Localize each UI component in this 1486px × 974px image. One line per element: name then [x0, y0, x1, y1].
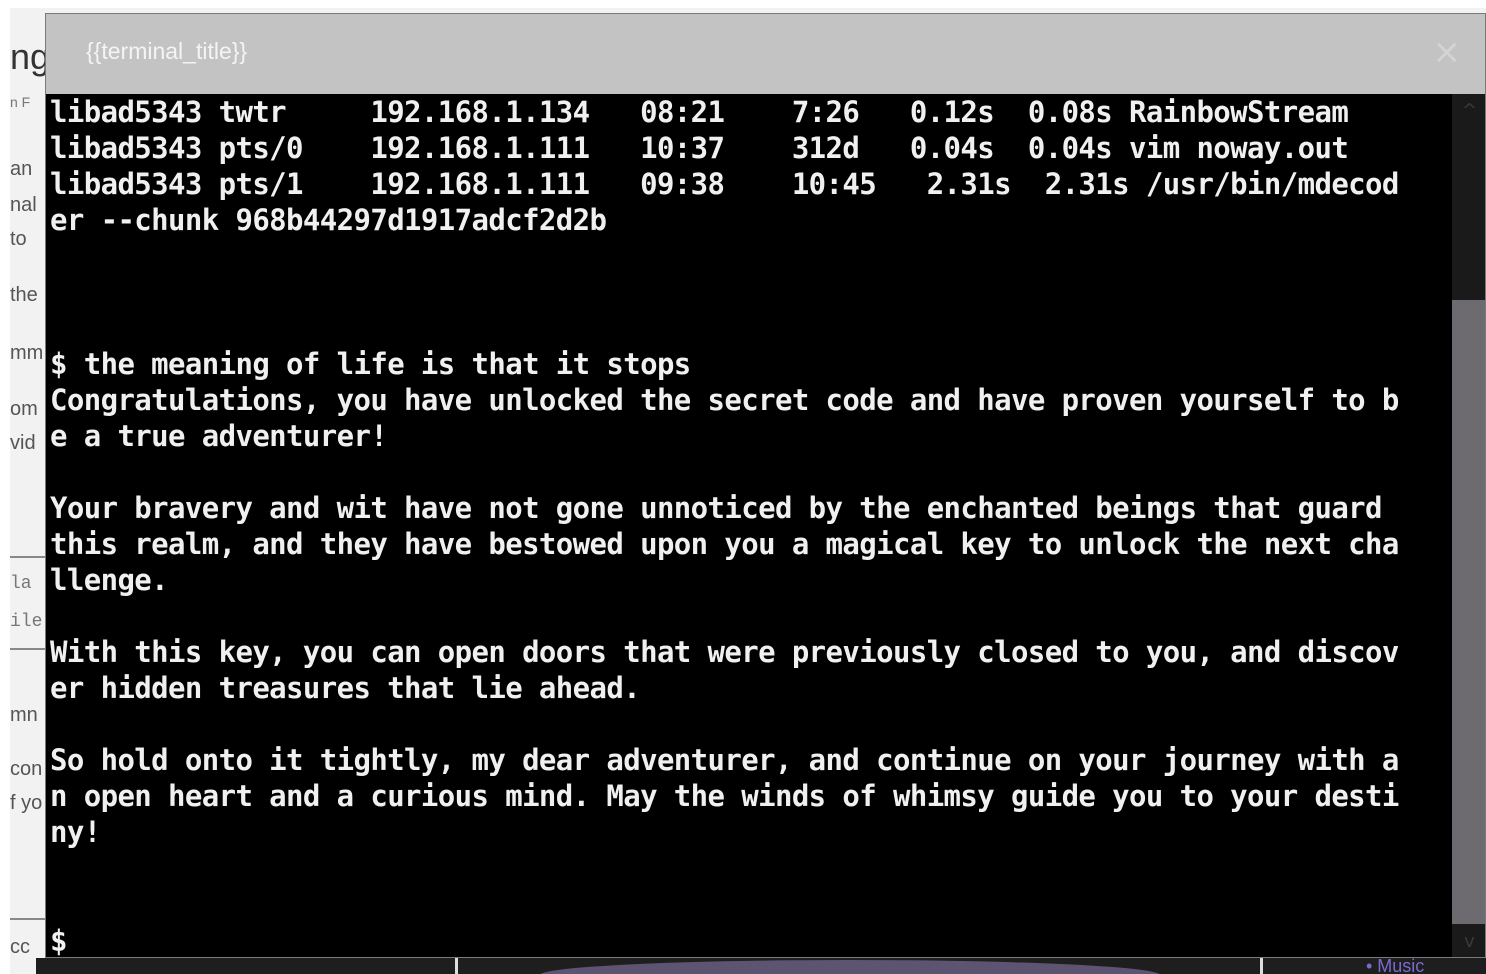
terminal-titlebar[interactable]: {{terminal_title}} ×	[46, 14, 1485, 94]
terminal-line: e a true adventurer!	[50, 419, 388, 453]
bg-text-fragment: an	[10, 158, 33, 180]
terminal-line: libad5343 twtr 192.168.1.134 08:21 7:26 …	[50, 95, 1349, 129]
bg-text-fragment: mn	[10, 704, 38, 726]
terminal-line: With this key, you can open doors that w…	[50, 635, 1399, 669]
terminal-line: $ the meaning of life is that it stops	[50, 347, 691, 381]
terminal-scrollbar[interactable]: ^ v	[1452, 94, 1485, 957]
terminal-line: this realm, and they have bestowed upon …	[50, 527, 1399, 561]
terminal-line: er --chunk 968b44297d1917adcf2d2b	[50, 203, 607, 237]
bg-text-fragment: f yo	[10, 792, 43, 814]
terminal-line: Congratulations, you have unlocked the s…	[50, 383, 1399, 417]
terminal-title: {{terminal_title}}	[86, 38, 248, 64]
close-icon[interactable]: ×	[1433, 30, 1462, 74]
scroll-down-icon[interactable]: v	[1452, 925, 1485, 957]
bg-divider	[10, 556, 48, 558]
bg-text-fragment: n F	[10, 94, 31, 110]
terminal-line: n open heart and a curious mind. May the…	[50, 779, 1399, 813]
bg-text-fragment: the	[10, 284, 38, 306]
terminal-line: So hold onto it tightly, my dear adventu…	[50, 743, 1399, 777]
terminal-prompt[interactable]: $	[50, 923, 67, 957]
bg-text-fragment: con	[10, 758, 43, 780]
bg-divider	[10, 648, 48, 650]
terminal-line: libad5343 pts/0 192.168.1.111 10:37 312d…	[50, 131, 1349, 165]
terminal-line: llenge.	[50, 563, 169, 597]
bg-text-fragment: la	[10, 574, 32, 594]
bg-heading-fragment: ng	[10, 36, 50, 77]
bg-text-fragment: cc	[10, 936, 30, 958]
bg-separator	[455, 958, 458, 974]
terminal-line: libad5343 pts/1 192.168.1.111 09:38 10:4…	[50, 167, 1399, 201]
scroll-up-icon[interactable]: ^	[1452, 94, 1485, 124]
bg-text-fragment: om	[10, 398, 38, 420]
bg-text-fragment: mm	[10, 342, 44, 364]
scrollbar-thumb[interactable]	[1452, 300, 1485, 924]
bg-text-fragment: ile	[10, 612, 43, 632]
terminal-line: ny!	[50, 815, 101, 849]
terminal-line: er hidden treasures that lie ahead.	[50, 671, 641, 705]
terminal-output[interactable]: libad5343 twtr 192.168.1.134 08:21 7:26 …	[50, 94, 1450, 957]
bg-divider	[10, 918, 48, 920]
bg-music-link[interactable]: • Music	[1366, 956, 1424, 974]
page: ng n F an nal to the mm om vid la ile mn…	[0, 0, 1486, 974]
bg-text-fragment: nal	[10, 194, 37, 216]
bg-text-fragment: vid	[10, 432, 36, 454]
bg-separator	[1260, 958, 1263, 974]
bg-text-fragment: to	[10, 228, 27, 250]
terminal-line: Your bravery and wit have not gone unnot…	[50, 491, 1383, 525]
terminal-window[interactable]: {{terminal_title}} × libad5343 twtr 192.…	[45, 13, 1486, 958]
